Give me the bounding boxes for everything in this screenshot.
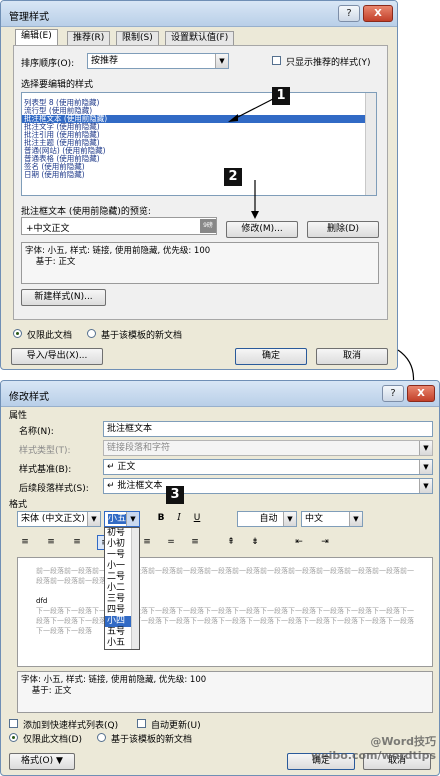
chevron-down-icon: ▼ bbox=[419, 441, 432, 455]
paragraph-toolbar: ≡ ≡ ≡ ≡ ≡ = ≡ ⇞ ⇟ ⇤ ⇥ bbox=[17, 535, 337, 551]
format-button[interactable]: 格式(O) ▼ bbox=[9, 753, 75, 770]
template-docs-radio[interactable] bbox=[97, 733, 106, 742]
add-quick-style-label: 添加到快速样式列表(Q) bbox=[23, 721, 119, 731]
modify-style-dialog: 修改样式 ? X 属性 名称(N): 批注框文本 样式类型(T): 链接段落和字… bbox=[0, 380, 440, 776]
name-input[interactable]: 批注框文本 bbox=[103, 421, 433, 437]
align-center-icon[interactable]: ≡ bbox=[43, 535, 59, 550]
preview-sample-text: dfd bbox=[36, 597, 48, 605]
chevron-down-icon[interactable]: ▼ bbox=[126, 512, 139, 526]
underline-button[interactable]: U bbox=[189, 511, 205, 526]
size-select[interactable]: 小五 ▼ bbox=[104, 511, 140, 527]
language-select[interactable]: 中文 ▼ bbox=[301, 511, 363, 527]
name-label: 名称(N): bbox=[19, 427, 54, 437]
chevron-down-icon[interactable]: ▼ bbox=[283, 512, 296, 526]
increase-indent-icon[interactable]: ⇥ bbox=[317, 535, 333, 550]
format-section: 格式 bbox=[9, 500, 28, 510]
base-select[interactable]: ↵ 正文 ▼ bbox=[103, 459, 433, 475]
bold-button[interactable]: B bbox=[153, 511, 169, 526]
chevron-down-icon[interactable]: ▼ bbox=[349, 512, 362, 526]
dialog-title: 修改样式 bbox=[9, 392, 49, 403]
preview-before-text: 前一段落前一段落前一段落前一段落前一段落前一段落前一段落前一段落前一段落前一段落… bbox=[36, 567, 414, 585]
properties-section: 属性 bbox=[9, 411, 28, 421]
auto-update-checkbox[interactable] bbox=[137, 719, 146, 728]
title-bar: 修改样式 ? X bbox=[1, 381, 439, 407]
line-spacing-double-icon[interactable]: ≡ bbox=[187, 535, 203, 550]
chevron-down-icon[interactable]: ▼ bbox=[419, 479, 432, 493]
arrow-1-head bbox=[228, 114, 238, 122]
help-button[interactable]: ? bbox=[382, 385, 404, 402]
dropdown-scrollbar[interactable] bbox=[131, 528, 139, 649]
style-description: 字体: 小五, 样式: 链接, 使用前隐藏, 优先级: 100 基于: 正文 bbox=[17, 671, 433, 713]
distributed-icon[interactable]: ≡ bbox=[139, 535, 155, 550]
only-this-doc-label: 仅限此文档(D) bbox=[23, 735, 82, 745]
description-text: 字体: 小五, 样式: 链接, 使用前隐藏, 优先级: 100 基于: 正文 bbox=[21, 675, 207, 696]
callout-badge-3: 3 bbox=[166, 486, 184, 504]
only-this-doc-radio[interactable] bbox=[9, 733, 18, 742]
watermark: @Word技巧 weibo.com/wordtips bbox=[310, 735, 436, 762]
align-left-icon[interactable]: ≡ bbox=[17, 535, 33, 550]
spacing-before-icon[interactable]: ⇞ bbox=[223, 535, 239, 550]
close-button[interactable]: X bbox=[407, 385, 435, 402]
type-select: 链接段落和字符 ▼ bbox=[103, 440, 433, 456]
line-spacing-single-icon[interactable]: = bbox=[163, 535, 179, 550]
chevron-down-icon[interactable]: ▼ bbox=[87, 512, 100, 526]
size-dropdown-list[interactable]: 初号 小初 一号 小一 二号 小二 三号 四号 小四 五号 小五 bbox=[104, 527, 140, 650]
template-docs-label: 基于该模板的新文档 bbox=[111, 735, 193, 745]
align-right-icon[interactable]: ≡ bbox=[69, 535, 85, 550]
italic-button[interactable]: I bbox=[171, 511, 187, 526]
arrow-2-head bbox=[251, 211, 259, 219]
add-quick-style-checkbox[interactable] bbox=[9, 719, 18, 728]
font-select[interactable]: 宋体 (中文正文) ▼ bbox=[17, 511, 101, 527]
next-style-label: 后续段落样式(S): bbox=[19, 484, 89, 494]
type-label: 样式类型(T): bbox=[19, 446, 71, 456]
preview-after-text: 下一段落下一段落下一段落下一段落下一段落下一段落下一段落下一段落下一段落下一段落… bbox=[36, 607, 414, 635]
arrow-1 bbox=[233, 98, 274, 120]
next-style-select[interactable]: ↵ 批注框文本 ▼ bbox=[103, 478, 433, 494]
chevron-down-icon[interactable]: ▼ bbox=[419, 460, 432, 474]
preview-area: 前一段落前一段落前一段落前一段落前一段落前一段落前一段落前一段落前一段落前一段落… bbox=[17, 557, 433, 667]
decrease-indent-icon[interactable]: ⇤ bbox=[291, 535, 307, 550]
spacing-after-icon[interactable]: ⇟ bbox=[247, 535, 263, 550]
base-label: 样式基准(B): bbox=[19, 465, 72, 475]
color-select[interactable]: 自动 ▼ bbox=[237, 511, 297, 527]
auto-update-label: 自动更新(U) bbox=[151, 721, 201, 731]
